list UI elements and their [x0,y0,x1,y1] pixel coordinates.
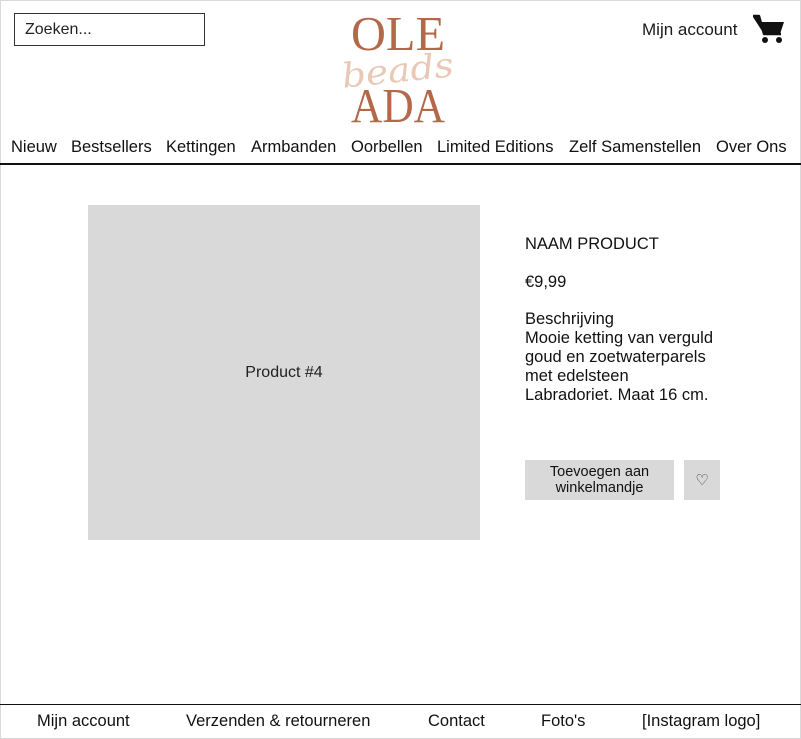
nav-item-bestsellers[interactable]: Bestsellers [71,138,152,157]
shopping-cart-icon[interactable] [752,14,786,44]
footer-link-shipping-returns[interactable]: Verzenden & retourneren [186,712,370,731]
product-description: Mooie ketting van verguld goud en zoetwa… [525,329,714,404]
wishlist-heart-icon[interactable]: ♡ [684,460,720,500]
nav-item-over-ons[interactable]: Over Ons [716,138,787,157]
add-to-cart-button[interactable]: Toevoegen aan winkelmandje [525,460,674,500]
search-input[interactable] [14,13,205,46]
footer-link-photos[interactable]: Foto's [541,712,585,731]
nav-item-kettingen[interactable]: Kettingen [166,138,236,157]
nav-item-zelf-samenstellen[interactable]: Zelf Samenstellen [569,138,701,157]
nav-item-armbanden[interactable]: Armbanden [251,138,336,157]
product-image-placeholder: Product #4 [88,205,480,540]
main-nav: Nieuw Bestsellers Kettingen Armbanden Oo… [0,138,801,160]
account-link[interactable]: Mijn account [642,20,737,40]
logo-line-bottom: ADA [351,78,446,128]
nav-item-nieuw[interactable]: Nieuw [11,138,57,157]
nav-item-limited-editions[interactable]: Limited Editions [437,138,553,157]
product-price: €9,99 [525,273,567,291]
nav-item-oorbellen[interactable]: Oorbellen [351,138,423,157]
logo: OLE beads ADA [340,8,456,128]
footer-link-account[interactable]: Mijn account [37,712,130,731]
footer-instagram-logo[interactable]: [Instagram logo] [642,712,760,731]
nav-divider [0,163,801,165]
description-heading: Beschrijving [525,310,614,328]
footer-link-contact[interactable]: Contact [428,712,485,731]
product-image-label: Product #4 [245,363,323,381]
footer-divider [0,704,801,705]
product-name: NAAM PRODUCT [525,235,659,253]
